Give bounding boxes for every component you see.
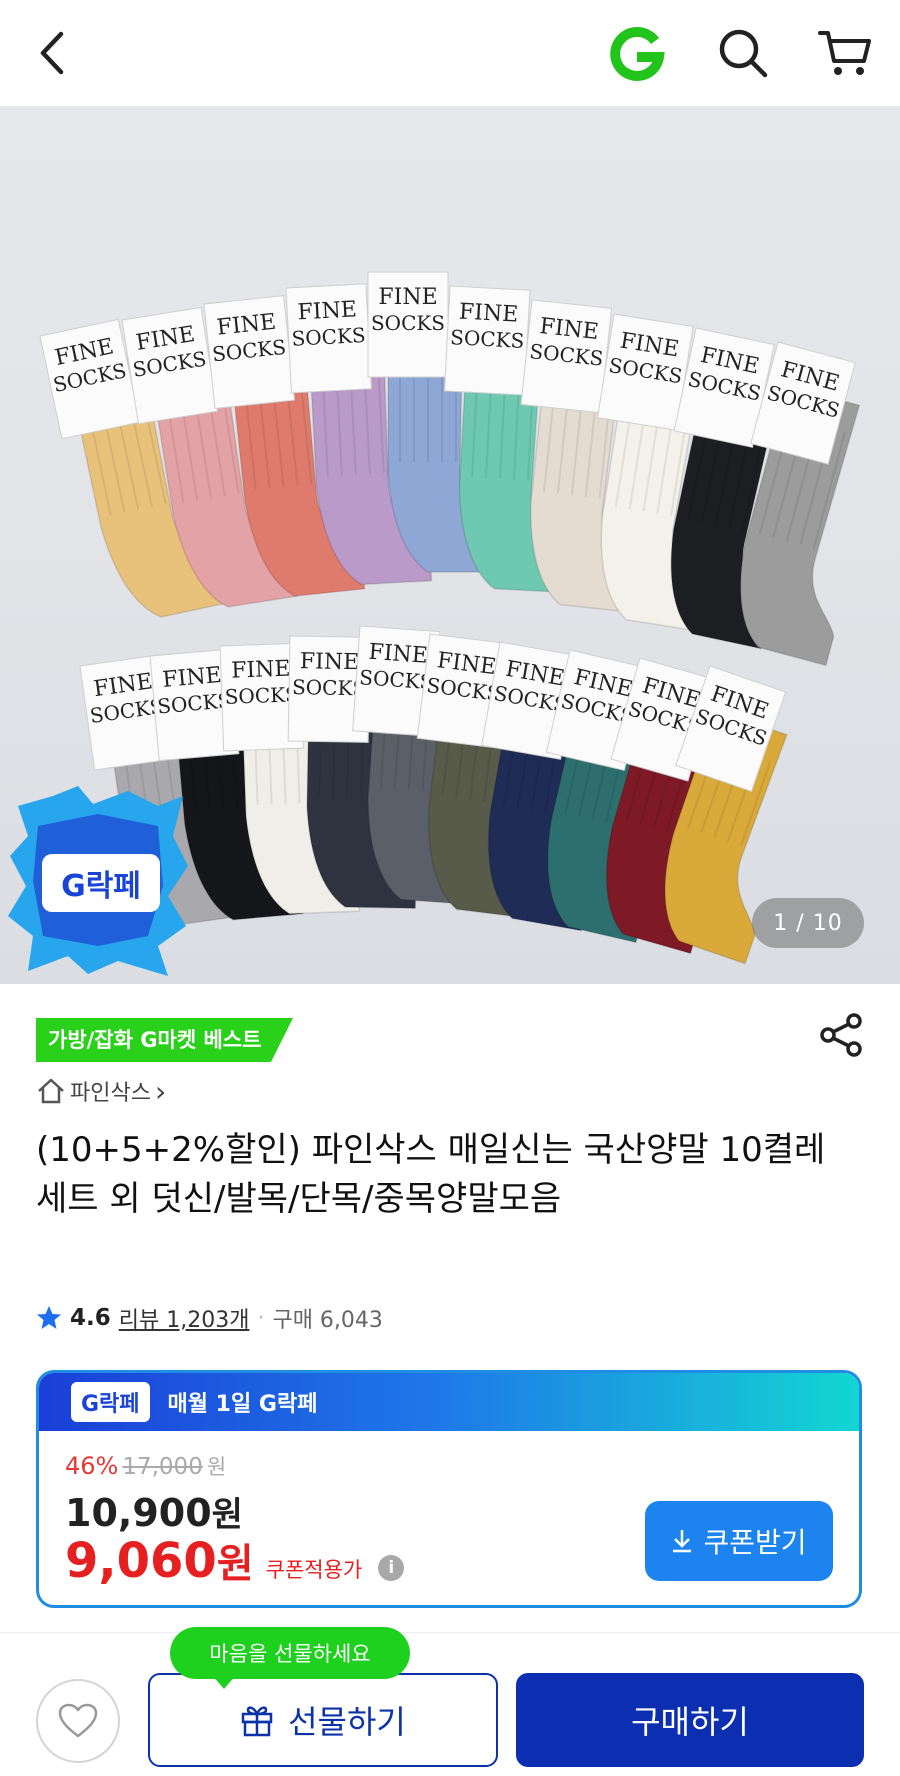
svg-text:FINE: FINE (231, 657, 291, 684)
gift-tooltip: 마음을 선물하세요 (170, 1627, 410, 1679)
coupon-price-unit: 원 (216, 1541, 254, 1587)
store-chevron: › (154, 1074, 167, 1108)
cart-button[interactable] (814, 22, 876, 84)
chevron-left-icon (40, 31, 64, 75)
badge-tail (271, 1018, 294, 1062)
heart-icon (58, 1703, 98, 1738)
original-price: 17,000 (122, 1454, 203, 1480)
share-icon (820, 1013, 862, 1057)
cart-icon (818, 31, 871, 75)
gift-button-label: 선물하기 (288, 1703, 406, 1741)
home-icon (38, 1078, 64, 1104)
top-nav-bar (0, 0, 900, 106)
coupon-price-label: 쿠폰적용가 (265, 1558, 363, 1582)
promo-title: 매월 1일 G락페 (167, 1392, 318, 1417)
svg-text:SOCKS: SOCKS (450, 325, 525, 353)
coupon-button-label: 쿠폰받기 (703, 1526, 807, 1559)
g-rakpe-sticker-label: G락페 (61, 869, 141, 904)
gift-button[interactable]: 선물하기 (148, 1673, 498, 1767)
sale-price-unit: 원 (211, 1495, 243, 1535)
product-image-carousel[interactable]: FINE SOCKS FINE SOCKS FINE SOCKS FINE SOCKS FINE… (0, 106, 900, 984)
gift-tooltip-text: 마음을 선물하세요 (209, 1642, 371, 1666)
buy-button[interactable]: 구매하기 (516, 1673, 864, 1767)
info-icon[interactable]: i (378, 1555, 405, 1581)
original-price-unit: 원 (206, 1455, 227, 1479)
wishlist-button[interactable] (36, 1679, 120, 1763)
purchase-count: 구매 6,043 (272, 1308, 383, 1333)
share-button[interactable] (818, 1012, 864, 1058)
image-pager: 1 / 10 (752, 898, 864, 948)
gmarket-logo-button[interactable] (606, 22, 668, 84)
buy-button-label: 구매하기 (631, 1703, 749, 1741)
download-icon (673, 1530, 692, 1553)
tooltip-tail (212, 1675, 236, 1689)
rating-value: 4.6 (70, 1305, 111, 1331)
coupon-price-row: 9,060원 쿠폰적용가 i (65, 1531, 405, 1589)
coupon-download-button[interactable]: 쿠폰받기 (645, 1501, 833, 1581)
svg-text:FINE: FINE (458, 300, 518, 328)
svg-text:FINE: FINE (297, 297, 357, 325)
best-badge-label: 가방/잡화 G마켓 베스트 (36, 1018, 272, 1062)
star-icon (37, 1306, 61, 1329)
promo-header: G락페 매월 1일 G락페 (39, 1373, 859, 1431)
coupon-price-value: 9,060 (65, 1533, 217, 1589)
svg-text:SOCKS: SOCKS (371, 311, 445, 335)
best-category-badge[interactable]: 가방/잡화 G마켓 베스트 (36, 1018, 294, 1062)
price-box: G락페 매월 1일 G락페 46% 17,000 원 10,900원 9,060… (36, 1370, 862, 1608)
svg-text:FINE: FINE (378, 285, 437, 310)
svg-text:FINE: FINE (161, 663, 222, 693)
sale-price-value: 10,900 (65, 1491, 212, 1535)
review-link[interactable]: 리뷰 1,203개 (119, 1302, 250, 1334)
g-rakpe-sticker: G락페 (8, 786, 188, 976)
svg-text:SOCKS: SOCKS (291, 323, 366, 351)
gift-icon (241, 1706, 273, 1737)
bottom-action-bar: 선물하기 구매하기 마음을 선물하세요 (0, 1627, 900, 1776)
meta-separator: · (257, 1305, 265, 1331)
discount-rate: 46% (65, 1452, 119, 1480)
svg-text:FINE: FINE (368, 640, 429, 669)
discount-row: 46% 17,000 원 (65, 1451, 226, 1481)
product-title: (10+5+2%할인) 파인삭스 매일신는 국산양말 10켤레세트 외 덧신/발… (36, 1130, 826, 1219)
g-rakpe-logo: G락페 (71, 1382, 150, 1422)
store-name: 파인삭스 (70, 1081, 151, 1106)
store-link[interactable]: 파인삭스 › (36, 1072, 166, 1110)
rating-row: 4.6 리뷰 1,203개 · 구매 6,043 (36, 1300, 383, 1336)
gmarket-logo-icon (610, 27, 665, 81)
sale-price: 10,900원 (65, 1487, 243, 1536)
svg-text:SOCKS: SOCKS (224, 682, 299, 709)
back-button[interactable] (22, 22, 84, 84)
search-button[interactable] (712, 22, 774, 84)
svg-text:FINE: FINE (300, 649, 360, 675)
search-icon (719, 29, 768, 78)
